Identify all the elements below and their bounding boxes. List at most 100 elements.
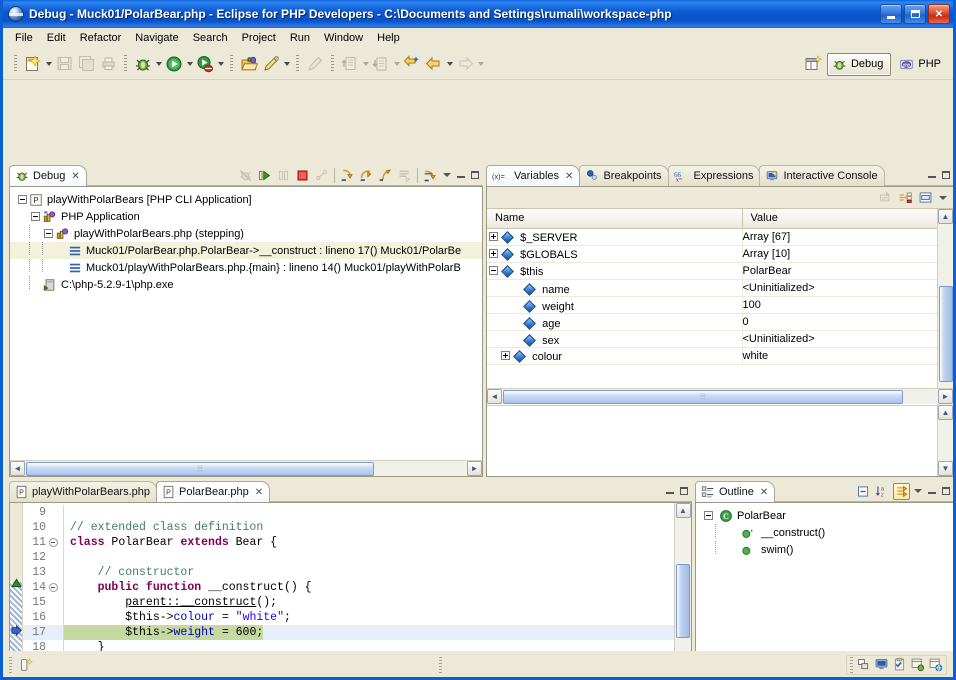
expander-toggle[interactable]	[487, 264, 500, 277]
table-row[interactable]: $_SERVER Array [67]	[487, 228, 937, 246]
tab-playwithpolarbears[interactable]: P playWithPolarBears.php	[9, 481, 158, 502]
layout-icon[interactable]	[917, 189, 934, 206]
menu-help[interactable]: Help	[370, 30, 407, 46]
code-line[interactable]: 11 class PolarBear extends Bear {	[23, 535, 674, 550]
tree-row[interactable]: C:\php-5.2.9-1\php.exe	[10, 276, 482, 293]
column-header-name[interactable]: Name	[487, 209, 743, 229]
scroll-thumb[interactable]	[938, 285, 953, 382]
menu-search[interactable]: Search	[186, 30, 235, 46]
console-monitor-icon[interactable]	[874, 657, 889, 672]
scroll-thumb[interactable]: ⦙⦙⦙	[503, 389, 903, 404]
maximize-button[interactable]	[904, 4, 926, 24]
tab-debug[interactable]: Debug ✕	[9, 165, 87, 186]
code-line[interactable]: 13 // constructor	[23, 565, 674, 580]
variable-name-cell[interactable]: age	[487, 313, 742, 331]
menu-file[interactable]: File	[8, 30, 40, 46]
view-menu-icon[interactable]	[912, 485, 924, 497]
close-icon[interactable]: ✕	[71, 171, 79, 182]
maximize-icon[interactable]	[469, 169, 481, 181]
code-line[interactable]: 12	[23, 550, 674, 565]
perspective-debug-button[interactable]: Debug	[826, 52, 892, 76]
maximize-icon[interactable]	[678, 485, 690, 497]
use-step-filters-icon[interactable]	[422, 167, 439, 184]
variable-value[interactable]: <Uninitialized>	[741, 330, 937, 348]
step-over-icon[interactable]	[358, 167, 375, 184]
outline-tree[interactable]: C PolarBear c __construct() swim()	[696, 503, 953, 558]
tree-row[interactable]: P playWithPolarBears [PHP CLI Applicatio…	[10, 191, 482, 208]
expander-toggle[interactable]	[487, 230, 500, 243]
variable-value[interactable]: PolarBear	[741, 262, 937, 280]
tab-breakpoints[interactable]: Breakpoints	[579, 165, 669, 186]
hide-non-public-members-icon[interactable]	[893, 482, 910, 500]
variable-value[interactable]: 100	[741, 296, 937, 314]
toggle-mark-occurrences-icon[interactable]	[856, 657, 871, 672]
debug-dropdown-arrow[interactable]	[154, 54, 163, 74]
code-line[interactable]: 10 // extended class definition	[23, 520, 674, 535]
scroll-thumb[interactable]: ⦙⦙⦙	[26, 461, 374, 476]
variables-table-hscrollbar[interactable]: ◄ ⦙⦙⦙ ►	[487, 388, 953, 404]
sort-alphabetically-icon[interactable]: a z	[874, 483, 891, 500]
debug-server-icon[interactable]	[910, 657, 925, 672]
save-icon[interactable]	[53, 53, 75, 75]
resume-icon[interactable]	[256, 167, 273, 184]
view-menu-icon[interactable]	[441, 169, 453, 181]
run-dropdown-arrow[interactable]	[185, 54, 194, 74]
minimize-icon[interactable]	[664, 485, 676, 497]
scroll-up-button[interactable]: ▲	[675, 503, 691, 518]
variable-name-cell[interactable]: colour	[487, 347, 742, 365]
variable-name-cell[interactable]: name	[487, 279, 742, 297]
code-line[interactable]: 15 parent::__construct();	[23, 595, 674, 610]
variable-name-cell[interactable]: $_SERVER	[487, 228, 742, 246]
fold-toggle[interactable]	[47, 538, 59, 547]
expander-toggle[interactable]	[16, 193, 29, 206]
run-external-tools-icon[interactable]	[194, 53, 216, 75]
close-icon[interactable]: ✕	[760, 487, 768, 498]
expander-toggle[interactable]	[42, 227, 55, 240]
variable-name-cell[interactable]: weight	[487, 296, 742, 314]
back-icon[interactable]	[423, 53, 445, 75]
variable-value[interactable]: white	[741, 347, 937, 365]
scroll-up-button[interactable]: ▲	[938, 209, 953, 224]
collapse-detail-pane-icon[interactable]	[897, 189, 914, 206]
scroll-down-button[interactable]: ▼	[938, 461, 953, 476]
table-row[interactable]: name <Uninitialized>	[487, 279, 937, 297]
code-line[interactable]: 9	[23, 505, 674, 520]
variable-name-cell[interactable]: sex	[487, 330, 742, 348]
close-button[interactable]: ✕	[928, 4, 950, 24]
collapse-all-icon[interactable]	[855, 483, 872, 500]
variable-value[interactable]: 0	[741, 313, 937, 331]
scroll-up-button[interactable]: ▲	[938, 405, 953, 420]
new-wizard-icon[interactable]	[22, 53, 44, 75]
variable-name-cell[interactable]: $GLOBALS	[487, 245, 742, 263]
variables-detail-vscrollbar[interactable]: ▲ ▼	[937, 405, 953, 476]
tree-row[interactable]: PHP Application	[10, 208, 482, 225]
tasks-clipboard-icon[interactable]	[892, 657, 907, 672]
table-row[interactable]: sex <Uninitialized>	[487, 330, 937, 348]
statusbar-grip[interactable]	[9, 656, 12, 673]
menu-edit[interactable]: Edit	[40, 30, 73, 46]
tab-expressions[interactable]: 66 x= Expressions	[667, 165, 761, 186]
terminate-icon[interactable]	[294, 167, 311, 184]
tree-row[interactable]: Muck01/PolarBear.php.PolarBear->__constr…	[10, 242, 482, 259]
minimize-icon[interactable]	[455, 169, 467, 181]
search-pencil-icon[interactable]	[260, 53, 282, 75]
new-wizard-dropdown-arrow[interactable]	[44, 54, 53, 74]
maximize-icon[interactable]	[940, 485, 952, 497]
fold-toggle[interactable]	[47, 583, 59, 592]
tab-outline[interactable]: Outline ✕	[695, 481, 776, 502]
code-line[interactable]: 14 public function __construct() {	[23, 580, 674, 595]
scroll-left-button[interactable]: ◄	[487, 389, 502, 404]
debug-icon[interactable]	[132, 53, 154, 75]
table-row[interactable]: colour white	[487, 347, 937, 365]
menu-project[interactable]: Project	[235, 30, 283, 46]
minimize-icon[interactable]	[926, 169, 938, 181]
perspective-php-button[interactable]: php PHP	[894, 53, 949, 76]
toolbar-grip[interactable]	[14, 54, 17, 73]
toolbar-grip-2[interactable]	[124, 54, 127, 73]
open-type-icon[interactable]	[238, 53, 260, 75]
search-dropdown-arrow[interactable]	[282, 54, 291, 74]
statusbar-mid-grip[interactable]	[438, 656, 442, 673]
trim-grip[interactable]	[850, 656, 853, 673]
menu-navigate[interactable]: Navigate	[128, 30, 185, 46]
menu-window[interactable]: Window	[317, 30, 370, 46]
